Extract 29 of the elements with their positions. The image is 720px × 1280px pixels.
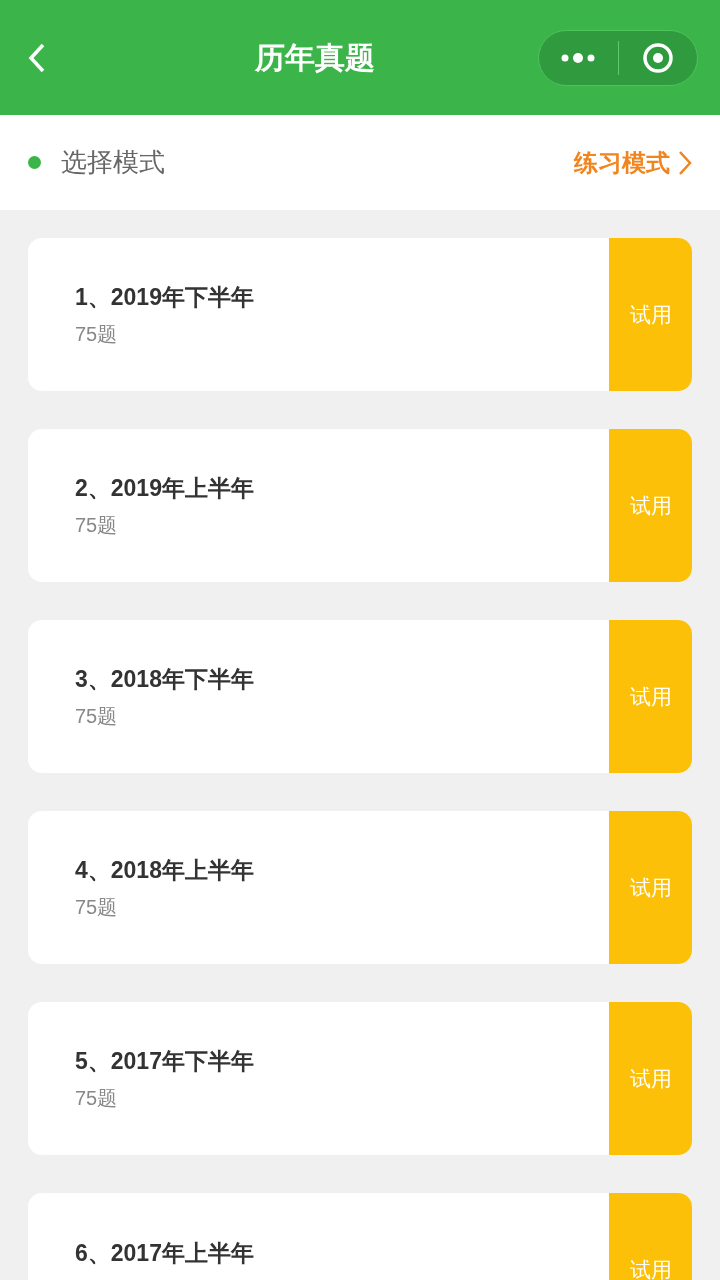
question-count: 75题: [75, 894, 119, 920]
paper-title: 1、2019年下半年: [75, 283, 255, 313]
trial-badge: 试用: [609, 429, 692, 582]
paper-card[interactable]: 4、2018年上半年 75题 试用: [28, 811, 692, 964]
paper-title: 4、2018年上半年: [75, 856, 255, 886]
paper-card[interactable]: 6、2017年上半年 试用: [28, 1193, 692, 1280]
paper-card[interactable]: 3、2018年下半年 75题 试用: [28, 620, 692, 773]
more-icon: [560, 51, 597, 64]
trial-badge: 试用: [609, 238, 692, 391]
question-count: 75题: [75, 703, 119, 729]
paper-card[interactable]: 1、2019年下半年 75题 试用: [28, 238, 692, 391]
paper-card[interactable]: 5、2017年下半年 75题 试用: [28, 1002, 692, 1155]
target-icon: [641, 41, 674, 74]
trial-badge: 试用: [609, 1002, 692, 1155]
question-count: 75题: [75, 321, 119, 347]
trial-badge: 试用: [609, 1193, 692, 1280]
paper-card[interactable]: 2、2019年上半年 75题 试用: [28, 429, 692, 582]
trial-badge: 试用: [609, 620, 692, 773]
page-title: 历年真题: [255, 40, 375, 76]
paper-title: 2、2019年上半年: [75, 474, 255, 504]
question-count: 75题: [75, 512, 119, 538]
back-icon: [27, 41, 47, 74]
trial-badge: 试用: [609, 811, 692, 964]
mode-label: 选择模式: [61, 146, 165, 179]
question-count: 75题: [75, 1085, 119, 1111]
paper-title: 6、2017年上半年: [75, 1239, 255, 1269]
paper-title: 5、2017年下半年: [75, 1047, 255, 1077]
chevron-icon: [678, 149, 692, 176]
paper-title: 3、2018年下半年: [75, 665, 255, 695]
